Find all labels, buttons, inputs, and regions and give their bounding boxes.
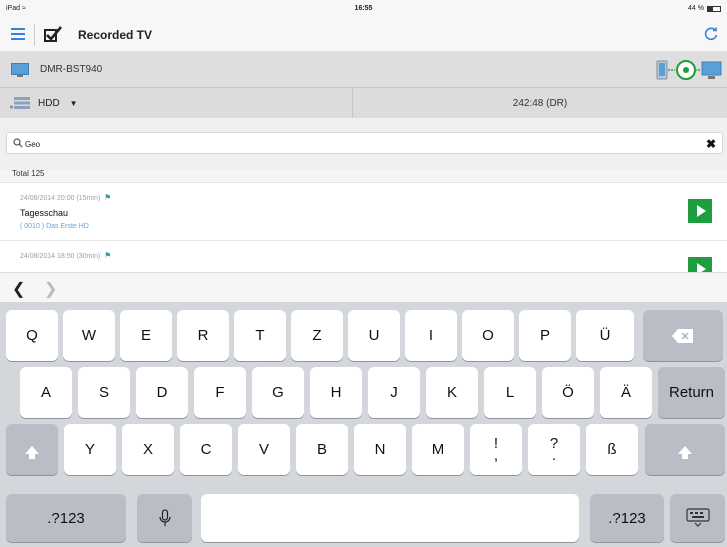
search-input[interactable]: [25, 136, 685, 152]
play-icon: [696, 205, 706, 217]
page-title: Recorded TV: [78, 28, 153, 42]
key[interactable]: D: [136, 367, 188, 418]
shift-key-left[interactable]: [6, 424, 58, 475]
key[interactable]: S: [78, 367, 130, 418]
play-button[interactable]: [688, 257, 712, 272]
shift-key-right[interactable]: [645, 424, 725, 475]
key[interactable]: Ö: [542, 367, 594, 418]
key[interactable]: A: [20, 367, 72, 418]
return-key[interactable]: Return: [658, 367, 725, 418]
total-count: Total 125: [12, 169, 45, 178]
key-bottom-char: ,: [493, 446, 499, 464]
chevron-down-icon: ▼: [69, 98, 78, 108]
key[interactable]: Ä: [600, 367, 652, 418]
item-date-row: 24/08/2014 18:50 (30min) ⚑: [20, 251, 111, 260]
tv-icon: [11, 63, 29, 77]
backspace-icon: [672, 328, 693, 343]
list-item[interactable]: 24/08/2014 18:50 (30min) ⚑: [0, 240, 727, 272]
key[interactable]: J: [368, 367, 420, 418]
clear-icon[interactable]: ✖: [706, 137, 716, 151]
mic-icon: [158, 509, 171, 526]
list-item[interactable]: 24/08/2014 20:00 (15min) ⚑ Tagesschau ( 0…: [0, 182, 727, 240]
key[interactable]: Y: [64, 424, 116, 475]
numbers-key-left[interactable]: .?123: [6, 494, 126, 542]
status-time: 16:55: [354, 5, 373, 12]
device-row[interactable]: DMR-BST940: [0, 52, 727, 88]
item-date-row: 24/08/2014 20:00 (15min) ⚑: [20, 193, 111, 202]
key[interactable]: U: [348, 310, 400, 361]
hdd-icon: [10, 97, 30, 109]
battery-percent: 44 %: [688, 5, 704, 12]
app-screen: iPad ≈ 16:55 44 % Recorded TV DMR-BST940: [0, 0, 727, 547]
flag-icon: ⚑: [104, 251, 112, 260]
key[interactable]: T: [234, 310, 286, 361]
play-button[interactable]: [688, 199, 712, 223]
nav-bar: Recorded TV: [0, 18, 727, 52]
key[interactable]: W: [63, 310, 115, 361]
key[interactable]: Ü: [576, 310, 634, 361]
chevron-left-icon[interactable]: ❮: [12, 279, 25, 299]
key[interactable]: R: [177, 310, 229, 361]
keyboard: Q W E R T Z U I O P Ü A S D F G H J K L …: [0, 302, 727, 547]
key[interactable]: P: [519, 310, 571, 361]
device-name: DMR-BST940: [40, 64, 103, 75]
item-channel: ( 0010 ) Das Erste HD: [20, 223, 89, 230]
recordings-list: 24/08/2014 20:00 (15min) ⚑ Tagesschau ( 0…: [0, 182, 727, 272]
item-date: 24/08/2014 18:50 (30min): [20, 253, 101, 260]
question-period-key[interactable]: ?.: [528, 424, 580, 475]
key[interactable]: ß: [586, 424, 638, 475]
key[interactable]: L: [484, 367, 536, 418]
search-icon: [13, 138, 23, 148]
cast-icon[interactable]: [653, 57, 723, 83]
play-icon: [696, 263, 706, 272]
flag-icon: ⚑: [104, 193, 112, 202]
dictation-key[interactable]: [137, 494, 192, 542]
numbers-key-right[interactable]: .?123: [590, 494, 664, 542]
status-battery: 44 %: [688, 5, 721, 12]
key[interactable]: E: [120, 310, 172, 361]
shift-icon: [25, 445, 39, 459]
exclamation-comma-key[interactable]: !,: [470, 424, 522, 475]
keyboard-assistant-bar: ❮ ❯: [0, 272, 727, 302]
key[interactable]: C: [180, 424, 232, 475]
search-area: ✖: [0, 118, 727, 170]
key[interactable]: I: [405, 310, 457, 361]
menu-icon[interactable]: [11, 28, 25, 40]
key[interactable]: N: [354, 424, 406, 475]
key[interactable]: Q: [6, 310, 58, 361]
nav-divider: [34, 24, 35, 46]
key-bottom-char: .: [551, 446, 557, 464]
shift-icon: [678, 445, 692, 459]
chevron-right-icon[interactable]: ❯: [44, 279, 57, 299]
key[interactable]: X: [122, 424, 174, 475]
key[interactable]: K: [426, 367, 478, 418]
checkbox-icon[interactable]: [44, 26, 62, 42]
refresh-icon[interactable]: [703, 26, 719, 42]
keyboard-dismiss-key[interactable]: [670, 494, 725, 542]
item-title: Tagesschau: [20, 208, 69, 218]
key[interactable]: H: [310, 367, 362, 418]
key[interactable]: O: [462, 310, 514, 361]
key[interactable]: B: [296, 424, 348, 475]
key[interactable]: F: [194, 367, 246, 418]
key[interactable]: M: [412, 424, 464, 475]
keyboard-dismiss-icon: [685, 508, 710, 527]
status-bar: iPad ≈ 16:55 44 %: [0, 0, 727, 18]
remaining-time: 242:48 (DR): [512, 98, 568, 109]
key[interactable]: G: [252, 367, 304, 418]
drive-select[interactable]: HDD ▼: [38, 88, 108, 118]
battery-icon: [707, 5, 721, 12]
backspace-key[interactable]: [643, 310, 723, 361]
key[interactable]: Z: [291, 310, 343, 361]
item-date: 24/08/2014 20:00 (15min): [20, 195, 101, 202]
search-box[interactable]: ✖: [6, 132, 723, 154]
storage-row: HDD ▼ 242:48 (DR): [0, 88, 727, 118]
drive-label: HDD: [38, 97, 60, 109]
key[interactable]: V: [238, 424, 290, 475]
space-key[interactable]: [201, 494, 579, 542]
